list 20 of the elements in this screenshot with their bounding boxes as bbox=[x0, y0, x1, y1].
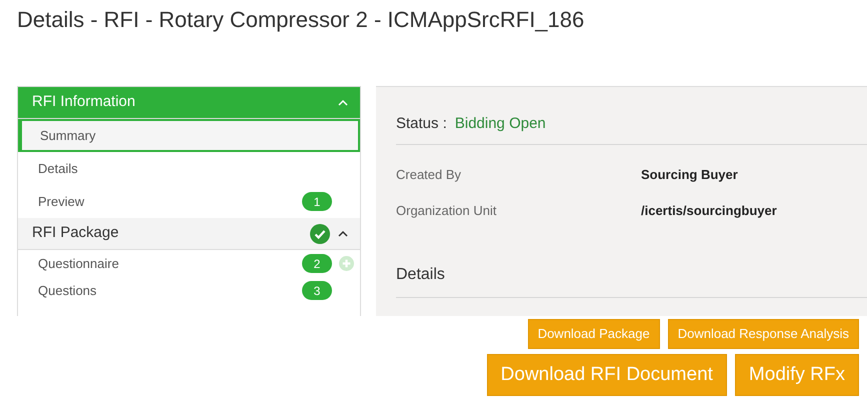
field-label: Organization Unit bbox=[396, 202, 498, 220]
nav-item[interactable]: Questionnaire 2 bbox=[18, 250, 360, 277]
status-value: Bidding Open bbox=[454, 114, 546, 134]
status-label: Status : bbox=[396, 114, 447, 134]
section-title: RFI Information bbox=[32, 92, 136, 112]
count-badge: 2 bbox=[302, 254, 332, 273]
section-heading: Details bbox=[396, 262, 867, 298]
field-value: /icertis/sourcingbuyer bbox=[641, 202, 777, 220]
section-title: RFI Package bbox=[32, 223, 120, 244]
section-header[interactable]: RFI Package bbox=[18, 218, 360, 250]
page-title: Details - RFI - Rotary Compressor 2 - ICMAppSrcRFI_186 bbox=[16, 6, 586, 34]
nav-item[interactable]: Summary bbox=[18, 119, 360, 152]
field-value: Sourcing Buyer bbox=[641, 166, 738, 184]
field-label: Created By bbox=[396, 166, 462, 184]
count-badge: 3 bbox=[302, 281, 332, 300]
nav-item[interactable]: Preview 1 bbox=[18, 185, 360, 218]
nav-item[interactable]: Questions 3 bbox=[18, 277, 360, 304]
nav-item[interactable]: Details bbox=[18, 152, 360, 185]
chevron-icon[interactable] bbox=[338, 230, 348, 237]
count-badge: 1 bbox=[302, 192, 332, 211]
